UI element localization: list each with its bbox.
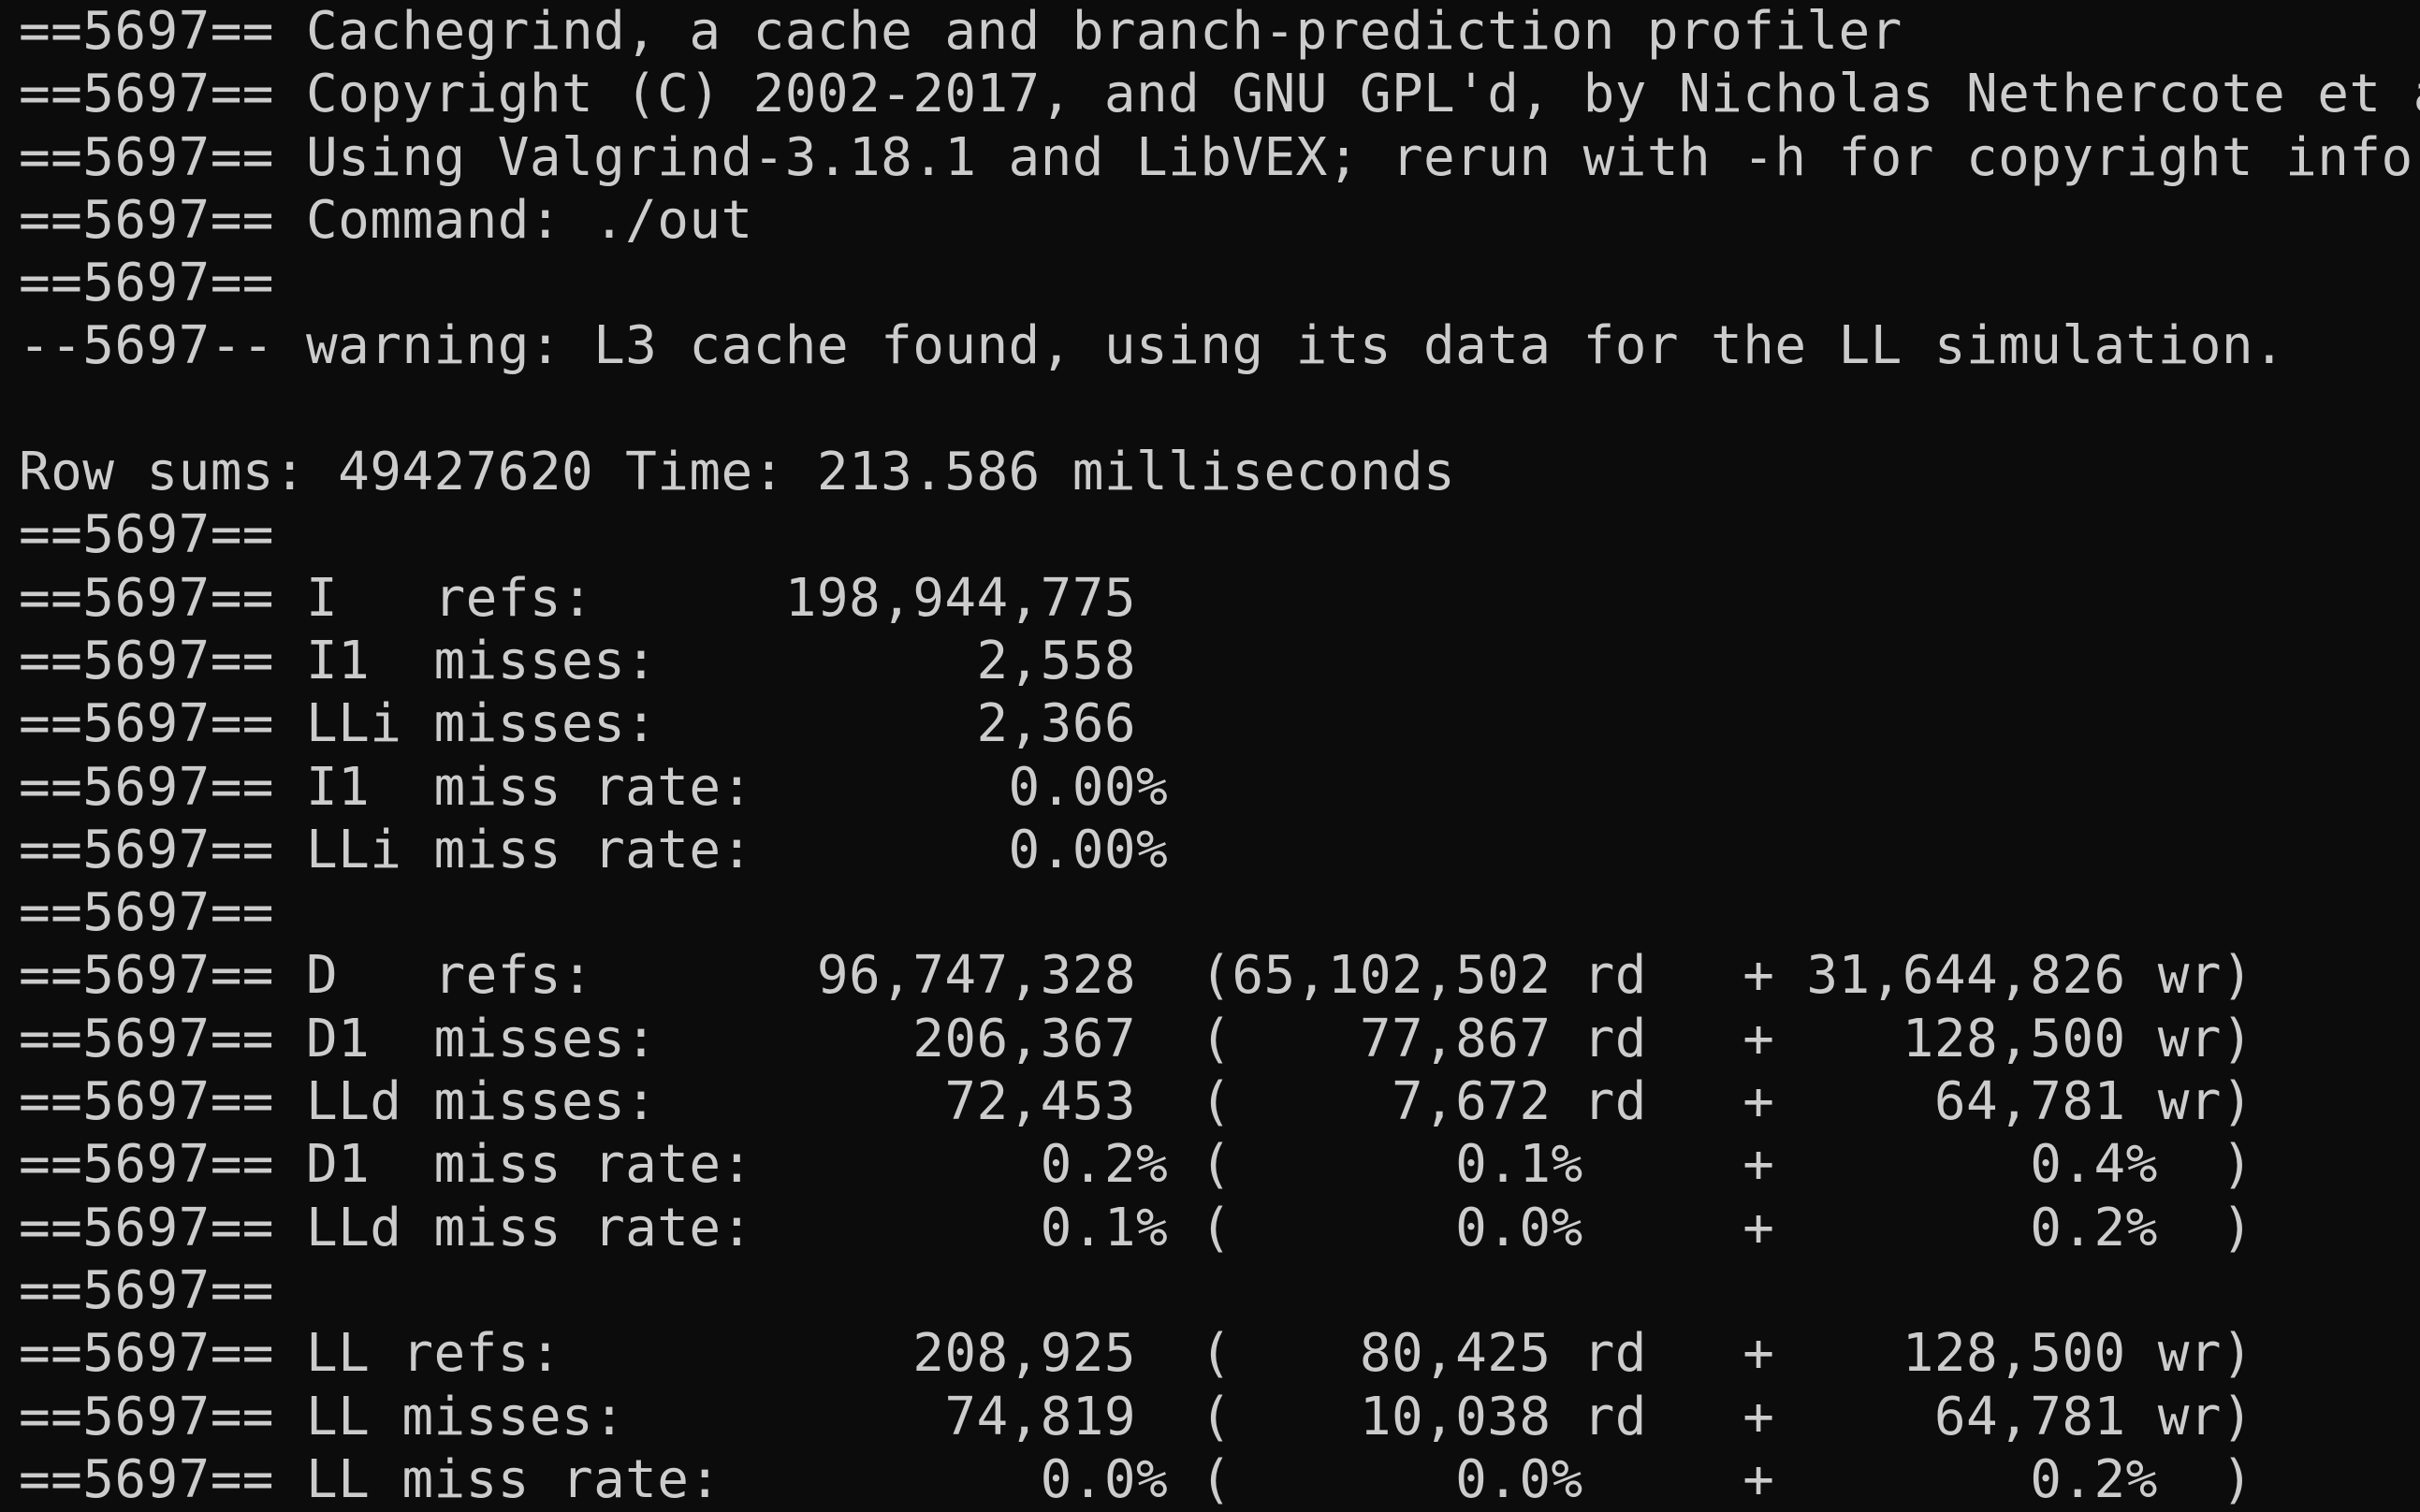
terminal-line: ==5697== I1 miss rate: 0.00% [19, 756, 1169, 818]
terminal-line: ==5697== Cachegrind, a cache and branch-… [19, 1, 1902, 62]
terminal-line: ==5697== LLi miss rate: 0.00% [19, 819, 1169, 880]
terminal-line: ==5697== LL misses: 74,819 ( 10,038 rd +… [19, 1386, 2254, 1447]
terminal-line: ==5697== D1 misses: 206,367 ( 77,867 rd … [19, 1008, 2254, 1069]
terminal-line: ==5697== I refs: 198,944,775 [19, 567, 1137, 629]
terminal-line: ==5697== LL miss rate: 0.0% ( 0.0% + 0.2… [19, 1448, 2254, 1510]
terminal-line: ==5697== [19, 882, 274, 944]
terminal-line: ==5697== Command: ./out [19, 189, 753, 251]
terminal-line: ==5697== LLd miss rate: 0.1% ( 0.0% + 0.… [19, 1197, 2254, 1258]
terminal-window[interactable]: ==5697== Cachegrind, a cache and branch-… [0, 0, 2420, 1512]
terminal-line: --5697-- warning: L3 cache found, using … [19, 315, 2286, 377]
terminal-line: Row sums: 49427620 Time: 213.586 millise… [19, 442, 1456, 503]
terminal-line: ==5697== D refs: 96,747,328 (65,102,502 … [19, 945, 2254, 1007]
terminal-line: ==5697== Using Valgrind-3.18.1 and LibVE… [19, 126, 2413, 188]
terminal-line: ==5697== [19, 253, 274, 314]
terminal-line: ==5697== [19, 1259, 274, 1321]
terminal-line: ==5697== I1 misses: 2,558 [19, 630, 1137, 691]
terminal-line: ==5697== [19, 504, 274, 566]
terminal-line: ==5697== Copyright (C) 2002-2017, and GN… [19, 64, 2420, 125]
terminal-line: ==5697== LL refs: 208,925 ( 80,425 rd + … [19, 1323, 2254, 1385]
terminal-line: ==5697== LLi misses: 2,366 [19, 693, 1137, 755]
terminal-line: ==5697== D1 miss rate: 0.2% ( 0.1% + 0.4… [19, 1134, 2254, 1196]
terminal-output: ==5697== Cachegrind, a cache and branch-… [19, 0, 2420, 1511]
terminal-line: ==5697== LLd misses: 72,453 ( 7,672 rd +… [19, 1071, 2254, 1133]
